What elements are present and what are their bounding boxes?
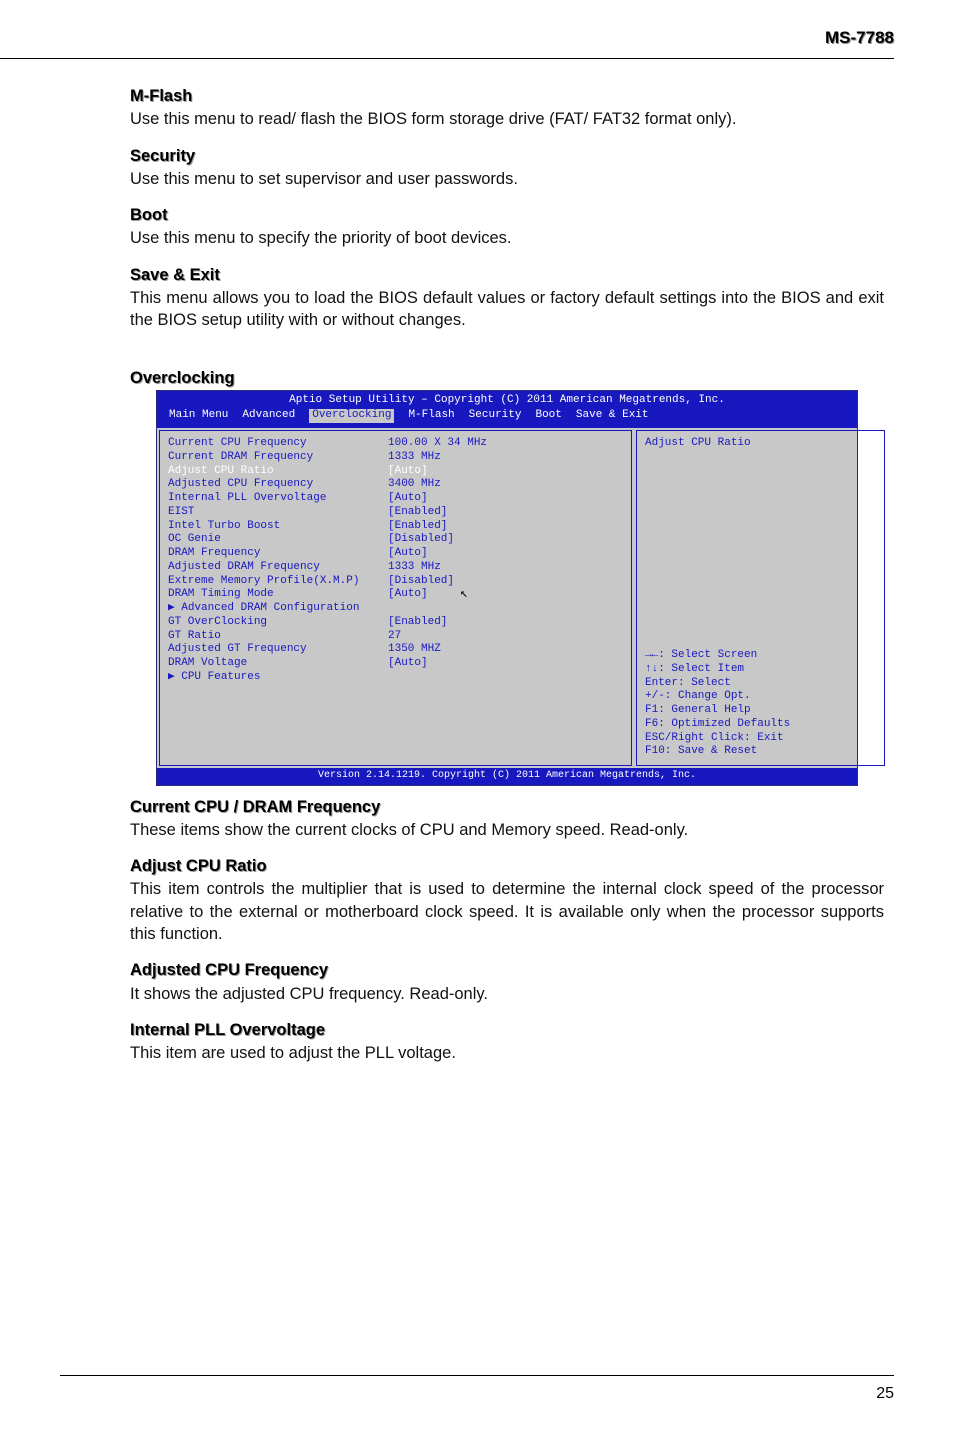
bios-row-selected[interactable]: Adjust CPU Ratio[Auto] [168,465,623,479]
heading-security: Security [130,145,884,167]
bios-header: Aptio Setup Utility – Copyright (C) 2011… [157,391,857,427]
bios-help-key: F1: General Help [645,704,876,718]
bios-row[interactable]: DRAM Timing Mode[Auto] [168,588,623,602]
bios-tab-mflash[interactable]: M-Flash [408,409,454,423]
bios-help-keys: →←: Select Screen ↑↓: Select Item Enter:… [645,649,876,759]
bios-help-key: →←: Select Screen [645,649,876,663]
heading-intpll: Internal PLL Overvoltage [130,1019,884,1041]
bios-tab-main[interactable]: Main Menu [169,409,228,423]
heading-adjcpu: Adjusted CPU Frequency [130,959,884,981]
bios-help-title: Adjust CPU Ratio [645,437,876,451]
bios-tab-advanced[interactable]: Advanced [242,409,295,423]
bios-help-key: ↑↓: Select Item [645,663,876,677]
body-security: Use this menu to set supervisor and user… [130,168,884,190]
body-adjcpu: It shows the adjusted CPU frequency. Rea… [130,983,884,1005]
cursor-icon: ↖ [460,586,468,602]
bios-help-panel: Adjust CPU Ratio →←: Select Screen ↑↓: S… [636,430,885,766]
bios-row[interactable]: GT Ratio27 [168,630,623,644]
bios-title: Aptio Setup Utility – Copyright (C) 2011… [163,394,851,408]
heading-curfreq: Current CPU / DRAM Frequency [130,796,884,818]
body-mflash: Use this menu to read/ flash the BIOS fo… [130,108,884,130]
body-adjustratio: This item controls the multiplier that i… [130,878,884,945]
bios-help-key: +/-: Change Opt. [645,690,876,704]
bios-help-key: ESC/Right Click: Exit [645,732,876,746]
bios-row[interactable]: GT OverClocking[Enabled] [168,616,623,630]
bios-row[interactable]: Extreme Memory Profile(X.M.P)[Disabled] [168,575,623,589]
bios-help-key: F10: Save & Reset [645,745,876,759]
heading-adjustratio: Adjust CPU Ratio [130,855,884,877]
heading-overclocking: Overclocking [130,367,884,389]
bios-row[interactable]: Adjusted DRAM Frequency1333 MHz [168,561,623,575]
body-curfreq: These items show the current clocks of C… [130,819,884,841]
bios-help-key: Enter: Select [645,677,876,691]
bios-row[interactable]: Intel Turbo Boost[Enabled] [168,520,623,534]
bios-row[interactable]: Current CPU Frequency100.00 X 34 MHz [168,437,623,451]
bios-row[interactable]: Adjusted GT Frequency1350 MHZ [168,643,623,657]
heading-saveexit: Save & Exit [130,264,884,286]
top-rule [0,58,894,59]
bios-settings-panel: Current CPU Frequency100.00 X 34 MHz Cur… [159,430,632,766]
bios-footer: Version 2.14.1219. Copyright (C) 2011 Am… [157,768,857,785]
bios-tab-boot[interactable]: Boot [535,409,561,423]
body-intpll: This item are used to adjust the PLL vol… [130,1042,884,1064]
bios-row[interactable]: OC Genie[Disabled] [168,533,623,547]
bios-tab-overclocking[interactable]: Overclocking [309,409,394,423]
bios-row[interactable]: EIST[Enabled] [168,506,623,520]
bios-row[interactable]: Current DRAM Frequency1333 MHz [168,451,623,465]
bios-row[interactable]: DRAM Frequency[Auto] [168,547,623,561]
bios-row[interactable]: DRAM Voltage[Auto] [168,657,623,671]
bios-row[interactable]: Adjusted CPU Frequency3400 MHz [168,478,623,492]
bottom-rule [60,1375,894,1376]
body-boot: Use this menu to specify the priority of… [130,227,884,249]
bios-row[interactable]: Internal PLL Overvoltage[Auto] [168,492,623,506]
page-number: 25 [876,1385,894,1403]
heading-boot: Boot [130,204,884,226]
bios-row[interactable]: ▶ Advanced DRAM Configuration [168,602,623,616]
bios-help-key: F6: Optimized Defaults [645,718,876,732]
bios-tabs: Main Menu Advanced Overclocking M-Flash … [163,409,851,423]
bios-tab-security[interactable]: Security [469,409,522,423]
bios-row[interactable]: ▶ CPU Features [168,671,623,685]
body-saveexit: This menu allows you to load the BIOS de… [130,287,884,332]
bios-tab-saveexit[interactable]: Save & Exit [576,409,649,423]
header-model: MS-7788 [825,28,894,48]
heading-mflash: M-Flash [130,85,884,107]
bios-screenshot: Aptio Setup Utility – Copyright (C) 2011… [156,390,858,786]
